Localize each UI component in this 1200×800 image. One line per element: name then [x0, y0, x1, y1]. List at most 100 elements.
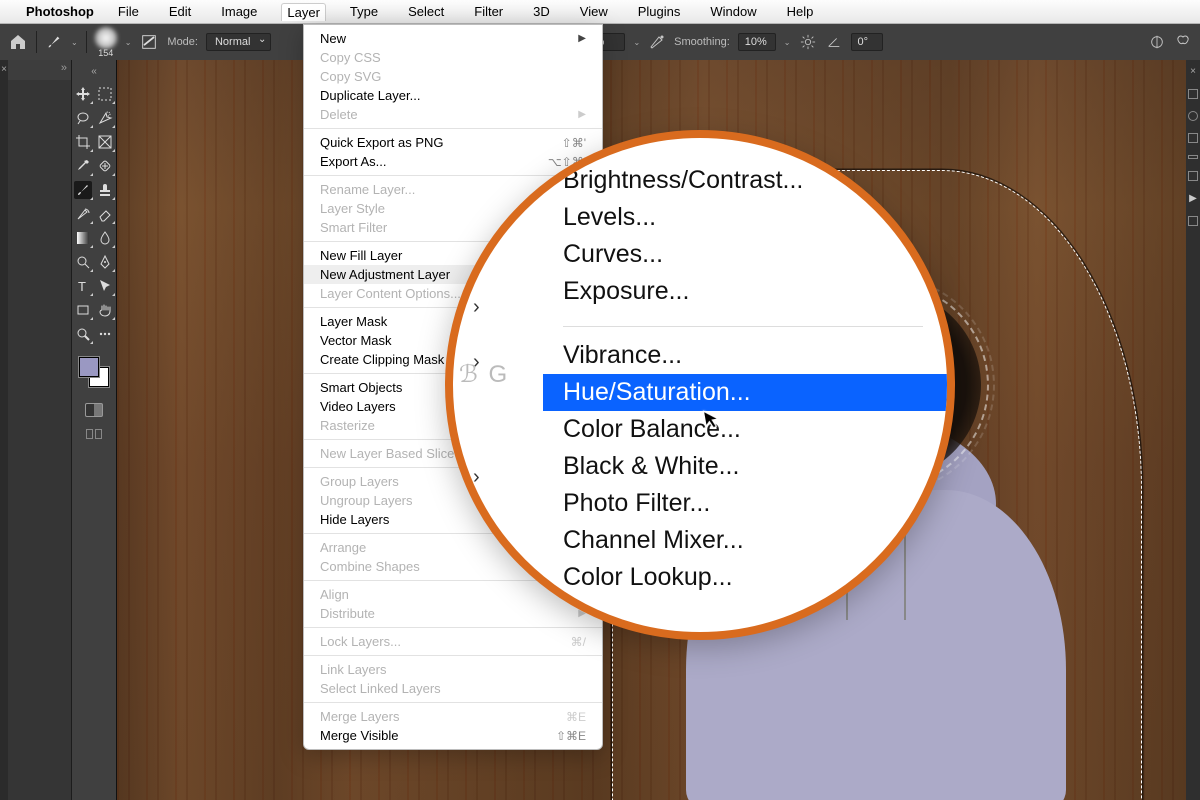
submenu-item-curves[interactable]: Curves... [543, 236, 947, 273]
menu-item-new[interactable]: New▶ [304, 29, 602, 48]
menubar-item-view[interactable]: View [574, 2, 614, 21]
menu-item-label: New Fill Layer [320, 248, 402, 263]
quick-mask-icon[interactable] [85, 403, 103, 417]
gear-icon[interactable] [799, 33, 817, 51]
menu-item-delete: Delete▶ [304, 105, 602, 124]
move-tool-icon[interactable] [74, 85, 92, 103]
menubar-item-layer[interactable]: Layer [281, 3, 326, 21]
crop-tool-icon[interactable] [74, 133, 92, 151]
menu-item-duplicate-layer[interactable]: Duplicate Layer... [304, 86, 602, 105]
home-icon[interactable] [8, 32, 28, 52]
submenu-item-photo-filter[interactable]: Photo Filter... [543, 485, 947, 522]
play-icon[interactable]: ▶ [1189, 193, 1197, 204]
menu-item-label: Copy CSS [320, 50, 381, 65]
path-select-tool-icon[interactable] [96, 277, 114, 295]
panel-icon[interactable] [1188, 171, 1198, 181]
app-name[interactable]: Photoshop [26, 4, 94, 19]
blur-tool-icon[interactable] [96, 229, 114, 247]
submenu-item-channel-mixer[interactable]: Channel Mixer... [543, 522, 947, 559]
submenu-item-color-lookup[interactable]: Color Lookup... [543, 559, 947, 596]
stamp-tool-icon[interactable] [96, 181, 114, 199]
smoothing-field[interactable]: 10% [738, 33, 776, 51]
heal-tool-icon[interactable] [96, 157, 114, 175]
collapse-icon[interactable]: « [91, 66, 97, 77]
pressure-size-icon[interactable] [139, 32, 159, 52]
panel-icon[interactable] [1188, 111, 1198, 121]
menubar-item-window[interactable]: Window [704, 2, 762, 21]
menu-item-label: Delete [320, 107, 358, 122]
angle-field[interactable]: 0° [851, 33, 883, 51]
menu-item-merge-visible[interactable]: Merge Visible⇧⌘E [304, 726, 602, 745]
type-tool-icon[interactable]: T [74, 277, 92, 295]
zoom-tool-icon[interactable] [74, 325, 92, 343]
menubar-item-file[interactable]: File [112, 2, 145, 21]
menu-item-label: New Layer Based Slice [320, 446, 454, 461]
screen-mode-icon[interactable] [86, 429, 102, 439]
airbrush-icon[interactable] [648, 33, 666, 51]
panel-icon[interactable] [1188, 155, 1198, 159]
menu-item-label: New Adjustment Layer [320, 267, 450, 282]
submenu-item-brightness-contrast[interactable]: Brightness/Contrast... [543, 162, 947, 199]
chevron-down-icon[interactable]: ⌄ [633, 38, 640, 47]
menu-item-copy-css: Copy CSS [304, 48, 602, 67]
lasso-tool-icon[interactable] [74, 109, 92, 127]
submenu-item-levels[interactable]: Levels... [543, 199, 947, 236]
pen-tool-icon[interactable] [96, 253, 114, 271]
menubar-item-type[interactable]: Type [344, 2, 384, 21]
color-swatches[interactable] [79, 357, 109, 387]
menubar-item-select[interactable]: Select [402, 2, 450, 21]
brush-tool-icon[interactable] [74, 181, 92, 199]
submenu-item-hue-saturation[interactable]: Hue/Saturation... [543, 374, 947, 411]
mode-label: Mode: [167, 36, 198, 48]
menubar-item-3d[interactable]: 3D [527, 2, 556, 21]
menu-item-label: Rename Layer... [320, 182, 415, 197]
panel-icon[interactable] [1188, 89, 1198, 99]
menubar-item-edit[interactable]: Edit [163, 2, 197, 21]
panel-icon[interactable] [1188, 216, 1198, 226]
blend-mode-dropdown[interactable]: Normal [206, 33, 271, 51]
menu-item-label: Merge Visible [320, 728, 399, 743]
eyedropper-tool-icon[interactable] [74, 157, 92, 175]
submenu-item-vibrance[interactable]: Vibrance... [543, 337, 947, 374]
right-dock: × ▶ [1186, 60, 1200, 800]
mouse-cursor-icon [701, 407, 723, 432]
menu-item-label: Layer Content Options... [320, 286, 461, 301]
menubar-item-filter[interactable]: Filter [468, 2, 509, 21]
menubar-item-image[interactable]: Image [215, 2, 263, 21]
separator [86, 31, 87, 53]
angle-icon[interactable] [825, 33, 843, 51]
submenu-item-black-white[interactable]: Black & White... [543, 448, 947, 485]
svg-text:T: T [78, 279, 86, 294]
marquee-tool-icon[interactable] [96, 85, 114, 103]
symmetry-icon[interactable] [1148, 33, 1166, 51]
brush-tool-icon[interactable] [45, 33, 63, 51]
chevron-down-icon[interactable]: ⌄ [125, 38, 132, 47]
chevron-down-icon[interactable]: ⌄ [784, 38, 791, 47]
gradient-tool-icon[interactable] [74, 229, 92, 247]
butterfly-icon[interactable] [1174, 33, 1192, 51]
expand-icon[interactable]: » [61, 62, 67, 78]
quick-select-tool-icon[interactable] [96, 109, 114, 127]
menu-item-label: Align [320, 587, 349, 602]
frame-tool-icon[interactable] [96, 133, 114, 151]
dodge-tool-icon[interactable] [74, 253, 92, 271]
ellipsis-tool-icon[interactable] [96, 325, 114, 343]
close-icon[interactable]: × [1, 64, 7, 75]
panel-icon[interactable] [1188, 133, 1198, 143]
close-icon[interactable]: × [1190, 66, 1196, 77]
menu-shortcut: ⌘E [566, 710, 586, 724]
collapsed-panel[interactable]: » [8, 60, 72, 800]
rectangle-tool-icon[interactable] [74, 301, 92, 319]
history-brush-tool-icon[interactable] [74, 205, 92, 223]
submenu-item-exposure[interactable]: Exposure... [543, 273, 947, 310]
menu-item-label: Smart Filter [320, 220, 387, 235]
submenu-item-color-balance[interactable]: Color Balance... [543, 411, 947, 448]
menubar-item-plugins[interactable]: Plugins [632, 2, 687, 21]
menubar-item-help[interactable]: Help [781, 2, 820, 21]
brush-preset-picker[interactable]: 154 [95, 27, 117, 58]
chevron-down-icon[interactable]: ⌄ [71, 38, 78, 47]
hand-tool-icon[interactable] [96, 301, 114, 319]
foreground-color-swatch[interactable] [79, 357, 99, 377]
eraser-tool-icon[interactable] [96, 205, 114, 223]
menu-item-label: Layer Style [320, 201, 385, 216]
